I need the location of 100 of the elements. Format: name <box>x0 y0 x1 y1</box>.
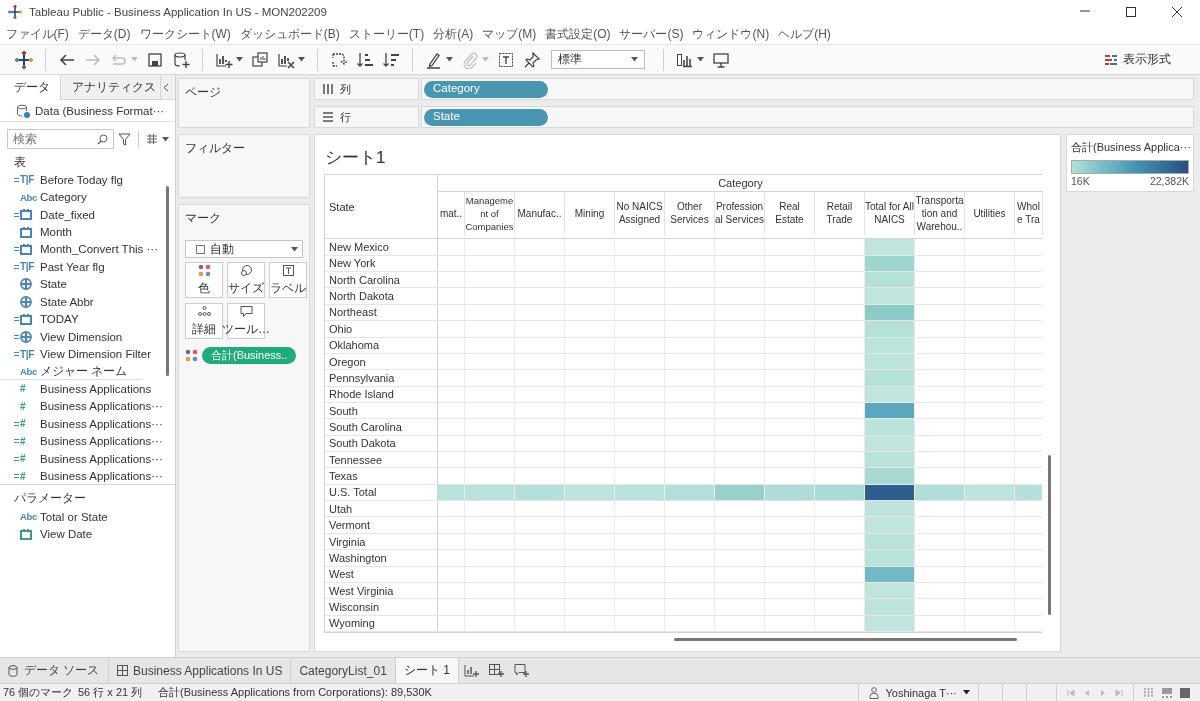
view-options-icon[interactable] <box>146 134 158 144</box>
row-label: Northeast <box>325 304 438 321</box>
row-label: North Dakota <box>325 288 438 304</box>
menu-item[interactable]: 分析(A) <box>428 25 478 43</box>
datasource-name[interactable]: Data (Business Format··· <box>35 104 165 117</box>
column-group-header: Category <box>438 175 1043 192</box>
legend-max: 22,382K <box>1149 175 1189 187</box>
pane-tab[interactable]: データ <box>0 75 61 100</box>
menu-item[interactable]: データ(D) <box>73 25 135 43</box>
field-name[interactable]: Business Applications··· <box>40 400 163 413</box>
field-type-icon: # <box>20 470 26 482</box>
row-header: State <box>329 200 355 213</box>
row-label: New York <box>325 255 438 272</box>
field-name[interactable]: Business Applications··· <box>40 470 163 483</box>
menu-item[interactable]: ウィンドウ(N) <box>688 25 774 43</box>
field-type-icon: T|F <box>20 348 35 360</box>
menu-item[interactable]: ワークシート(W) <box>135 25 236 43</box>
field-type-icon: # <box>20 418 26 430</box>
user-menu[interactable]: Yoshinaga T··· <box>858 684 978 701</box>
field-type-icon: T|F <box>20 174 35 186</box>
size-icon <box>239 263 253 277</box>
field-name[interactable]: Total or State <box>40 510 108 523</box>
detail-icon <box>197 304 211 318</box>
menu-item[interactable]: ヘルプ(H) <box>773 25 836 43</box>
field-name[interactable]: Business Applications··· <box>40 417 163 430</box>
caret-icon[interactable] <box>446 57 453 62</box>
menu-item[interactable]: ファイル(F) <box>1 25 74 43</box>
new-worksheet-icon[interactable] <box>463 663 479 678</box>
row-label: South Carolina <box>325 419 438 435</box>
field-name[interactable]: TODAY <box>40 313 79 326</box>
filter-icon[interactable] <box>118 132 131 146</box>
column-header: Mining <box>574 206 605 220</box>
search-field[interactable]: 検索 <box>7 129 114 149</box>
menu-item[interactable]: ダッシュボード(B) <box>235 25 345 43</box>
sheet-tab[interactable]: シート 1 <box>395 658 459 683</box>
field-type-icon: # <box>20 383 26 395</box>
field-name[interactable]: State Abbr <box>40 295 94 308</box>
color-button[interactable]: 色 <box>185 262 223 298</box>
field-name[interactable]: Business Applications··· <box>40 452 163 465</box>
field-name[interactable]: Category <box>40 191 87 204</box>
scrollbar[interactable] <box>674 638 1017 641</box>
dashboard-icon <box>117 664 128 677</box>
field-name[interactable]: Past Year flg <box>40 260 105 273</box>
new-story-icon[interactable] <box>513 663 529 678</box>
field-name[interactable]: Business Applications <box>40 382 152 395</box>
tableau-logo-icon[interactable] <box>15 50 33 69</box>
field-name[interactable]: Month_Convert This ··· <box>40 243 159 256</box>
square-icon <box>196 244 205 254</box>
mark-type-select[interactable]: 自動 <box>185 240 303 258</box>
menu-item[interactable]: マップ(M) <box>477 25 541 43</box>
size-button[interactable]: サイズ <box>227 262 265 298</box>
card-title: マーク <box>185 210 222 227</box>
shelf-name: 列 <box>340 81 351 97</box>
column-header: Retail Trade <box>825 200 854 227</box>
caret-icon[interactable] <box>291 246 298 252</box>
row-label: Utah <box>325 501 438 517</box>
column-header: Transportation and Warehou.. <box>915 193 964 233</box>
row-label: Virginia <box>325 533 438 550</box>
rows-icon <box>322 111 334 123</box>
field-name[interactable]: Business Applications··· <box>40 435 163 448</box>
field-name[interactable]: View Dimension Filter <box>40 348 151 361</box>
row-label: Rhode Island <box>325 386 438 402</box>
color-dots-icon <box>185 349 198 362</box>
caret-icon[interactable] <box>298 57 305 62</box>
column-header: Utilities <box>973 206 1006 220</box>
menu-item[interactable]: 書式設定(O) <box>540 25 615 43</box>
caret-icon[interactable] <box>236 57 243 62</box>
card-title: ページ <box>185 84 222 101</box>
new-dashboard-icon[interactable] <box>488 663 504 678</box>
scrollbar[interactable] <box>1048 455 1051 615</box>
caret-icon[interactable] <box>697 57 704 62</box>
show-me-button[interactable]: 表示形式 <box>1102 49 1173 70</box>
field-name[interactable]: Before Today flg <box>40 173 123 186</box>
field-name[interactable]: メジャー ネーム <box>40 363 128 379</box>
field-name[interactable]: View Date <box>40 528 93 541</box>
legend-title: 合計(Business Applica··· <box>1071 140 1189 155</box>
caret-icon[interactable] <box>631 57 638 62</box>
fit-select[interactable]: 標準 <box>551 50 645 69</box>
label-button[interactable]: ラベル <box>269 262 307 298</box>
row-label: North Carolina <box>325 272 438 288</box>
caret-icon[interactable] <box>162 136 169 142</box>
detail-button[interactable]: 詳細 <box>185 303 223 339</box>
menu-item[interactable]: ストーリー(T) <box>344 25 429 43</box>
field-name[interactable]: Date_fixed <box>40 208 95 221</box>
close-icon[interactable] <box>1171 6 1183 18</box>
columns-icon <box>322 83 334 95</box>
maximize-icon[interactable] <box>1125 6 1137 18</box>
field-type-icon: Abc <box>20 191 38 203</box>
menu-item[interactable]: サーバー(S) <box>615 25 688 43</box>
search-icon[interactable] <box>97 134 108 145</box>
caret-icon[interactable] <box>963 690 970 695</box>
scrollbar[interactable] <box>166 186 169 376</box>
section-title: 表 <box>13 154 27 171</box>
collapse-icon[interactable] <box>163 82 169 92</box>
field-name[interactable]: Month <box>40 226 72 239</box>
mark-count: 76 個のマーク <box>2 685 75 700</box>
field-name[interactable]: View Dimension <box>40 330 123 343</box>
tab-view-icon[interactable] <box>1180 687 1190 698</box>
field-name[interactable]: State <box>40 278 67 291</box>
datasource-icon <box>16 103 30 118</box>
